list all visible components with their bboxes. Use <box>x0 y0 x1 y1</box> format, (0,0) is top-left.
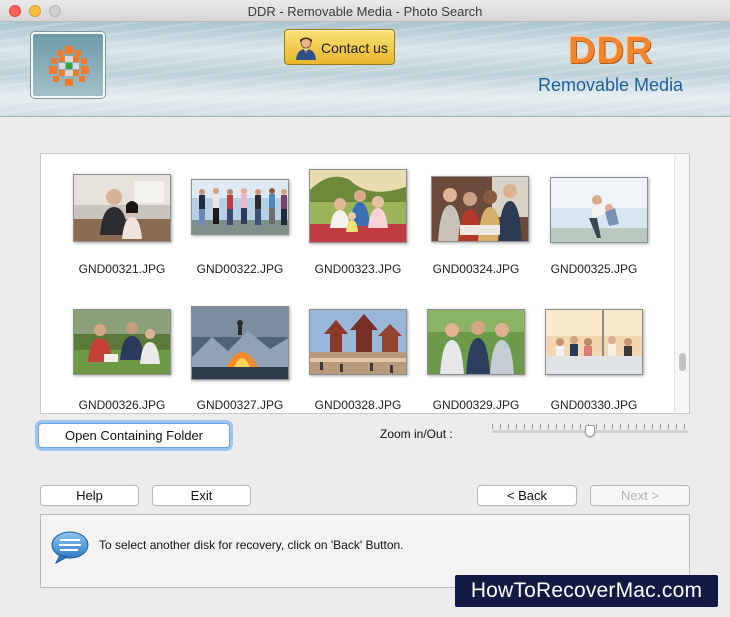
family-photo-image <box>74 175 170 241</box>
photo-filename: GND00321.JPG <box>78 262 166 276</box>
photo-filename: GND00325.JPG <box>550 262 638 276</box>
app-window: DDR - Removable Media - Photo Search Con… <box>0 0 730 617</box>
photo-thumbnail[interactable] <box>545 309 643 375</box>
contact-us-button[interactable]: Contact us <box>284 29 395 65</box>
photo-filename: GND00323.JPG <box>314 262 402 276</box>
header-banner: Contact us DDR Removable Media <box>0 22 730 117</box>
photo-filename: GND00330.JPG <box>550 398 638 412</box>
photo-filename: GND00328.JPG <box>314 398 402 412</box>
photo-filename: GND00322.JPG <box>196 262 284 276</box>
watermark-banner: HowToRecoverMac.com <box>455 575 718 607</box>
students-reading-photo-image <box>74 310 170 374</box>
photo-thumbnail[interactable] <box>191 306 289 380</box>
photo-thumbnail[interactable] <box>550 177 648 243</box>
contact-us-label: Contact us <box>321 40 388 56</box>
photo-gallery: GND00321.JPG GND00322.JPG GND00323.JPG G… <box>40 153 690 414</box>
speech-bubble-icon <box>51 531 89 564</box>
picnic-family-photo-image <box>310 170 406 242</box>
ddr-logo-icon <box>49 46 89 86</box>
photo-thumbnail[interactable] <box>431 176 529 242</box>
three-men-photo-image <box>428 310 524 374</box>
back-button[interactable]: < Back <box>477 485 577 506</box>
photo-filename: GND00327.JPG <box>196 398 284 412</box>
window-title: DDR - Removable Media - Photo Search <box>247 4 483 19</box>
fire-mountain-photo-image <box>192 307 288 379</box>
friends-laughing-photo-image <box>432 177 528 241</box>
status-message: To select another disk for recovery, cli… <box>99 538 404 552</box>
temple-square-photo-image <box>310 310 406 374</box>
photo-thumbnail[interactable] <box>309 169 407 243</box>
exit-button[interactable]: Exit <box>152 485 251 506</box>
brand-subtitle: Removable Media <box>538 75 684 95</box>
couple-sky-photo-image <box>551 178 647 242</box>
contact-person-icon <box>296 37 316 60</box>
title-bar: DDR - Removable Media - Photo Search <box>0 0 730 22</box>
zoom-slider-knob[interactable] <box>585 425 595 437</box>
brand-title: DDR <box>568 30 654 72</box>
photo-thumbnail[interactable] <box>309 309 407 375</box>
gallery-scrollbar[interactable] <box>674 154 689 413</box>
gallery-scrollbar-thumb[interactable] <box>679 353 686 371</box>
friends-walking-photo-image <box>192 180 288 234</box>
zoom-slider[interactable] <box>492 424 688 440</box>
photo-thumbnail[interactable] <box>73 309 171 375</box>
photo-filename: GND00326.JPG <box>78 398 166 412</box>
photo-thumbnail[interactable] <box>73 174 171 242</box>
zoom-label: Zoom in/Out : <box>380 427 453 441</box>
app-logo <box>31 32 105 98</box>
photo-filename: GND00324.JPG <box>432 262 520 276</box>
photo-filename: GND00329.JPG <box>432 398 520 412</box>
open-containing-folder-button[interactable]: Open Containing Folder <box>38 423 230 448</box>
boat-party-photo-image <box>546 310 642 374</box>
photo-thumbnail[interactable] <box>191 179 289 235</box>
photo-thumbnail[interactable] <box>427 309 525 375</box>
next-button[interactable]: Next > <box>590 485 690 506</box>
help-button[interactable]: Help <box>40 485 139 506</box>
